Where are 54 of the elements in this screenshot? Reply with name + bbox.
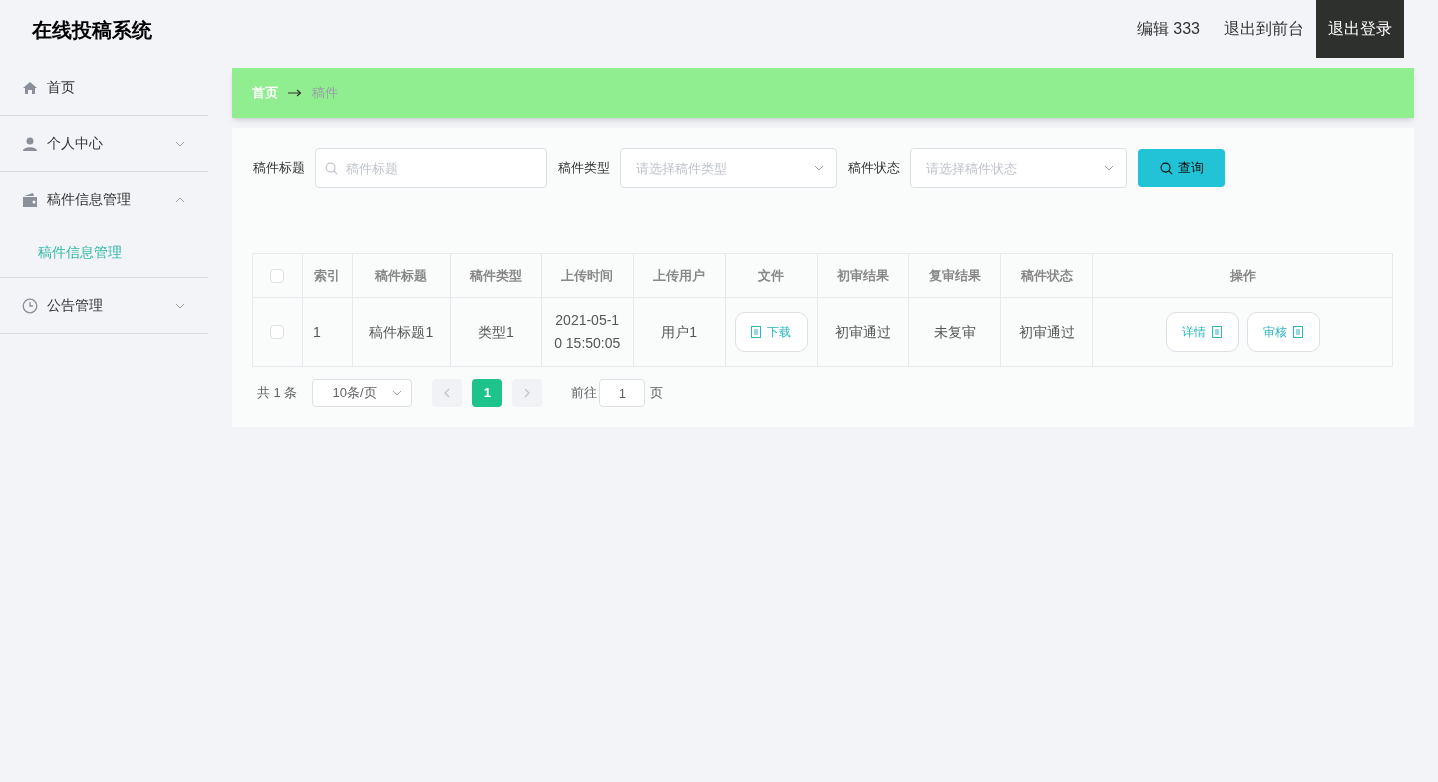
- sidebar-item[interactable]: 公告管理: [0, 278, 208, 333]
- column-header: 上传用户: [633, 254, 726, 298]
- document-icon: [1293, 326, 1304, 338]
- page-size-select[interactable]: 10条/页: [312, 379, 413, 407]
- chevron-left-icon: [443, 388, 452, 398]
- app-title: 在线投稿系统: [31, 18, 152, 43]
- select-field[interactable]: 请选择稿件状态: [910, 148, 1127, 188]
- home-icon: [22, 79, 38, 96]
- filter-label: 稿件类型: [558, 159, 610, 178]
- search-field[interactable]: 稿件标题: [315, 148, 547, 188]
- chevron-right-icon: [523, 388, 532, 398]
- document-icon: [1212, 326, 1223, 338]
- header-link[interactable]: 退出登录: [1316, 0, 1404, 58]
- table-cell: 稿件标题1: [352, 298, 451, 367]
- column-header: 初审结果: [817, 254, 910, 298]
- search-icon: [325, 162, 338, 175]
- user-icon: [22, 135, 38, 152]
- table-cell: 初审通过: [1001, 298, 1094, 367]
- column-header: 文件: [725, 254, 818, 298]
- table-cell: 初审通过: [817, 298, 910, 367]
- search-icon: [1159, 161, 1173, 175]
- arrow-icon: [288, 89, 302, 97]
- column-header: 操作: [1093, 254, 1393, 298]
- prev-page-button[interactable]: [432, 379, 463, 407]
- table-cell: 未复审: [909, 298, 1002, 367]
- header-link[interactable]: 编辑 333: [1124, 0, 1212, 58]
- column-header: 稿件类型: [450, 254, 542, 298]
- table-cell: 2021-05-10 15:50:05: [541, 298, 634, 367]
- column-header: 复审结果: [909, 254, 1002, 298]
- select-field[interactable]: 请选择稿件类型: [620, 148, 837, 188]
- sidebar-item[interactable]: 稿件信息管理: [0, 172, 208, 227]
- search-button[interactable]: 查询: [1138, 149, 1225, 187]
- filter-label: 稿件标题: [253, 159, 305, 178]
- sidebar-item[interactable]: 首页: [0, 60, 208, 115]
- table-cell: 类型1: [450, 298, 542, 367]
- page-input[interactable]: 1: [599, 379, 646, 407]
- column-header: 上传时间: [541, 254, 634, 298]
- document-icon: [751, 326, 762, 338]
- column-header: 索引: [302, 254, 353, 298]
- wallet-icon: [22, 191, 38, 208]
- table-cell: 1: [302, 298, 353, 367]
- clock-icon: [22, 297, 38, 314]
- page-suffix: 页: [650, 384, 664, 403]
- checkbox[interactable]: [270, 268, 285, 283]
- next-page-button[interactable]: [512, 379, 543, 407]
- total-count: 共 1 条: [257, 384, 298, 403]
- filter-label: 稿件状态: [848, 159, 900, 178]
- table-cell: 用户1: [633, 298, 726, 367]
- sidebar-item[interactable]: 个人中心: [0, 116, 208, 171]
- column-header: 稿件标题: [352, 254, 451, 298]
- header-link[interactable]: 退出到前台: [1212, 0, 1316, 58]
- column-header: 稿件状态: [1001, 254, 1094, 298]
- goto-label: 前往: [571, 384, 598, 403]
- checkbox[interactable]: [270, 325, 285, 339]
